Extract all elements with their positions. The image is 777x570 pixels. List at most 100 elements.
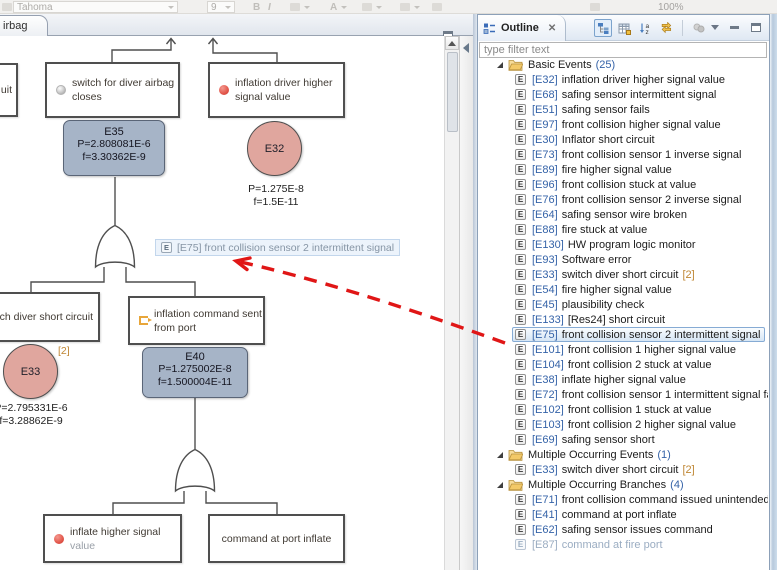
outline-event-row[interactable]: E[E30]Inflator short circuit [515, 132, 655, 147]
view-menu-icon[interactable] [711, 25, 719, 30]
outline-event-row[interactable]: E[E62]safing sensor issues command [515, 522, 713, 537]
event-id: [E97] [532, 119, 558, 131]
node-caption-e33: P=2.795331E-6 f=3.28862E-9 [0, 402, 87, 428]
outline-event-row[interactable]: E[E130]HW program logic monitor [515, 237, 696, 252]
font-color-button[interactable]: A [330, 1, 347, 13]
outline-event-row[interactable]: E[E71]front collision command issued uni… [515, 492, 768, 507]
event-id: [E54] [532, 284, 558, 296]
outline-event-row[interactable]: E[E69]safing sensor short [515, 432, 655, 447]
outline-event-row[interactable]: E[E87]command at fire port [515, 537, 663, 552]
outline-event-row[interactable]: E[E64]safing sensor wire broken [515, 207, 687, 222]
toolbar-icon-fragment[interactable] [2, 3, 12, 11]
event-id: [E88] [532, 224, 558, 236]
outline-event-row[interactable]: E[E68]safing sensor intermittent signal [515, 87, 716, 102]
node-frequency: f=1.500004E-11 [143, 376, 247, 389]
fill-color-button[interactable] [362, 1, 382, 13]
tab-outline[interactable]: Outline ✕ [478, 15, 566, 41]
close-icon[interactable]: ✕ [548, 23, 556, 34]
event-box-switch-diver-short[interactable]: tch diver short circuit [0, 292, 100, 342]
event-icon: E [515, 164, 526, 175]
minimize-icon[interactable] [730, 26, 739, 29]
event-box-inflation-command[interactable]: inflation command sent from port [128, 296, 265, 345]
event-id: [E71] [532, 494, 558, 506]
outline-section-row[interactable]: Multiple Occurring Events(1) [497, 447, 671, 462]
outline-event-row[interactable]: E[E103]front collision 2 higher signal v… [515, 417, 736, 432]
float-label-text: [E75] front collision sensor 2 intermitt… [177, 242, 394, 254]
outline-event-row[interactable]: E[E41]command at port inflate [515, 507, 677, 522]
event-id: [E68] [532, 89, 558, 101]
zoom-icon[interactable] [590, 1, 600, 13]
align-button[interactable] [432, 1, 442, 13]
outline-event-row[interactable]: E[E38]inflate higher signal value [515, 372, 686, 387]
outline-section-row[interactable]: Multiple Occurring Branches(4) [497, 477, 684, 492]
event-box-command-at-port[interactable]: command at port inflate [208, 514, 345, 563]
event-box-switch-closes[interactable]: switch for diver airbag closes [45, 62, 180, 118]
collapse-all-icon[interactable] [690, 19, 708, 37]
event-label: front collision higher signal value [562, 119, 721, 131]
outline-event-row[interactable]: E[E88]fire stuck at value [515, 222, 647, 237]
tree-view-icon[interactable] [594, 19, 612, 37]
expand-arrow-icon[interactable] [497, 62, 503, 68]
event-id: [E41] [532, 509, 558, 521]
port-icon [139, 316, 148, 325]
scroll-up-button[interactable] [445, 36, 459, 50]
event-label: front collision 2 stuck at value [568, 359, 712, 371]
basic-event-circle-e33[interactable]: E33 [3, 344, 58, 399]
font-size-combo[interactable]: 9 [207, 1, 235, 13]
outline-event-row[interactable]: E[E104]front collision 2 stuck at value [515, 357, 712, 372]
event-icon: E [515, 74, 526, 85]
outline-event-row[interactable]: E[E75]front collision sensor 2 intermitt… [512, 327, 765, 342]
outline-event-row[interactable]: E[E101]front collision 1 higher signal v… [515, 342, 736, 357]
outline-section-row[interactable]: Basic Events(25) [497, 57, 615, 72]
event-id: [E64] [532, 209, 558, 221]
event-label: command at fire port [562, 539, 663, 551]
editor-vertical-scrollbar[interactable] [444, 36, 459, 570]
outline-event-row[interactable]: E [E97] front collision higher signal valu… [515, 117, 721, 132]
node-e35[interactable]: E35 P=2.808081E-6 f=3.30362E-9 [63, 120, 165, 176]
expand-arrow-icon[interactable] [497, 452, 503, 458]
event-icon: E [515, 119, 526, 130]
event-id: [E45] [532, 299, 558, 311]
event-box-clipped[interactable]: uit [0, 63, 18, 117]
event-label: Software error [562, 254, 632, 266]
outline-event-row[interactable]: E[E45]plausibility check [515, 297, 644, 312]
outline-event-row[interactable]: E[E133][Res24] short circuit [515, 312, 665, 327]
outline-event-row[interactable]: E[E93]Software error [515, 252, 631, 267]
italic-button[interactable]: I [268, 1, 271, 13]
outline-event-row[interactable]: E[E51]safing sensor fails [515, 102, 650, 117]
zoom-level[interactable]: 100% [658, 1, 684, 13]
palette-expand-icon[interactable] [463, 43, 469, 53]
outline-event-row[interactable]: E[E73]front collision sensor 1 inverse s… [515, 147, 741, 162]
event-label: fire stuck at value [562, 224, 648, 236]
outline-event-row[interactable]: E[E102]front collision 1 stuck at value [515, 402, 712, 417]
scrollbar-thumb[interactable] [447, 52, 458, 132]
outline-event-row[interactable]: E[E76]front collision sensor 2 inverse s… [515, 192, 741, 207]
event-icon: E [515, 464, 526, 475]
outline-event-row[interactable]: E[E54]fire higher signal value [515, 282, 672, 297]
outline-tree[interactable]: Basic Events(25)E[E32]inflation driver h… [478, 57, 768, 570]
outline-event-row[interactable]: E[E72]front collision sensor 1 intermitt… [515, 387, 768, 402]
link-with-editor-icon[interactable] [657, 19, 675, 37]
highlighted-element-label-e75[interactable]: E [E75] front collision sensor 2 intermi… [155, 239, 400, 256]
bold-button[interactable]: B [253, 1, 260, 13]
basic-event-circle-e32[interactable]: E32 [247, 121, 302, 176]
editor-tab-airbag[interactable]: irbag [0, 15, 48, 36]
outline-event-row[interactable]: E[E89]fire higher signal value [515, 162, 672, 177]
sort-az-icon[interactable]: az [636, 19, 654, 37]
fault-tree-canvas[interactable]: uit switch for diver airbag closes infla… [0, 36, 444, 570]
event-box-inflate-higher[interactable]: inflate higher signal value [43, 514, 182, 563]
outline-event-row[interactable]: E[E96]front collision stuck at value [515, 177, 696, 192]
expand-arrow-icon[interactable] [497, 482, 503, 488]
filter-input[interactable] [479, 42, 767, 58]
maximize-icon[interactable] [751, 23, 761, 32]
line-style-button[interactable] [400, 1, 420, 13]
outline-event-row[interactable]: E[E33]switch diver short circuit[2] [515, 267, 695, 282]
grid-icon[interactable] [615, 19, 633, 37]
event-box-inflation-driver[interactable]: inflation driver higher signal value [208, 62, 345, 118]
font-family-combo[interactable]: Tahoma [13, 1, 178, 13]
node-e40[interactable]: E40 P=1.275002E-8 f=1.500004E-11 [142, 347, 248, 398]
arrow-style-button[interactable] [290, 1, 310, 13]
outline-event-row[interactable]: E[E33]switch diver short circuit[2] [515, 462, 695, 477]
collapsed-palette-strip[interactable] [459, 36, 473, 570]
outline-event-row[interactable]: E[E32]inflation driver higher signal val… [515, 72, 725, 87]
